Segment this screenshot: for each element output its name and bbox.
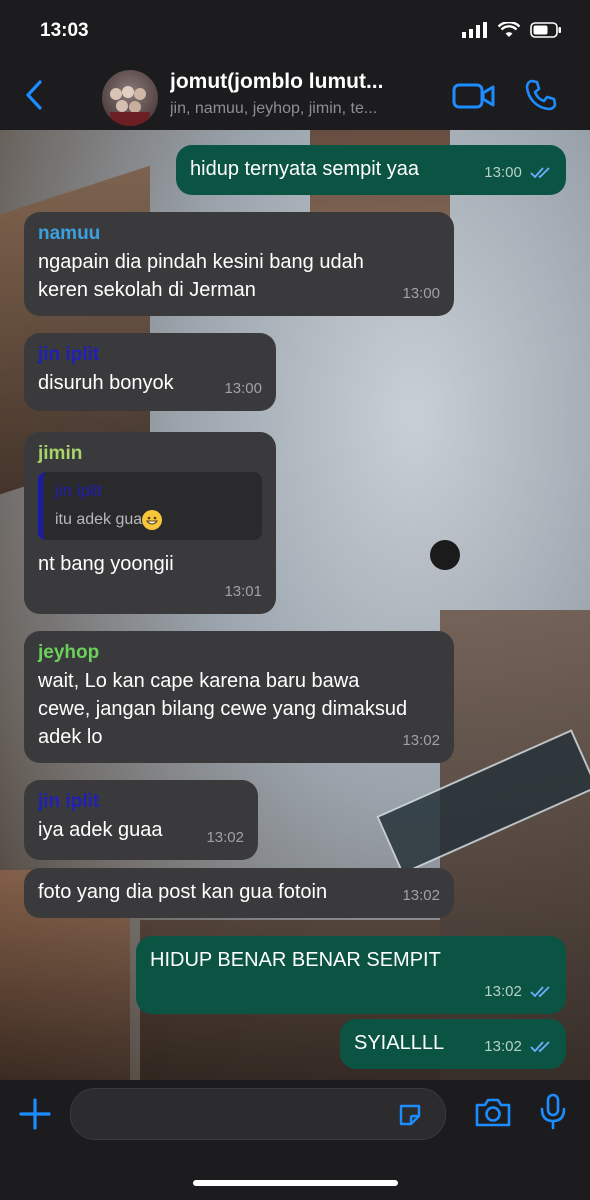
wifi-icon <box>498 22 520 37</box>
read-receipt-icon <box>530 986 550 998</box>
message-text: SYIALLLL <box>354 1032 445 1054</box>
message-text: foto yang dia post kan gua fotoin <box>38 881 328 903</box>
message-bubble-outgoing[interactable]: SYIALLLL 13:02 <box>340 1019 566 1069</box>
sticker-icon[interactable] <box>397 1102 423 1128</box>
message-bubble-outgoing[interactable]: hidup ternyata sempit yaa 13:00 <box>176 145 566 195</box>
message-sender: namuu <box>38 223 101 244</box>
voice-call-icon[interactable] <box>524 78 558 112</box>
message-time: 13:02 <box>402 887 440 904</box>
message-time: 13:02 <box>206 829 244 846</box>
street-lamp <box>430 540 460 570</box>
group-photo <box>110 86 150 126</box>
message-time-text: 13:02 <box>484 983 522 1000</box>
chat-members[interactable]: jin, namuu, jeyhop, jimin, te... <box>170 100 435 118</box>
read-receipt-icon <box>530 167 550 179</box>
quoted-reply[interactable]: jin iplit itu adek gua <box>38 472 262 540</box>
status-icons <box>462 22 562 38</box>
message-time-text: 13:02 <box>484 1038 522 1055</box>
camera-icon[interactable] <box>474 1096 512 1128</box>
message-time: 13:02 <box>402 732 440 749</box>
grinning-emoji-icon <box>142 509 163 530</box>
quoted-text: itu adek gua <box>55 508 250 532</box>
group-avatar[interactable] <box>102 70 158 126</box>
plus-icon[interactable] <box>18 1097 52 1131</box>
message-sender: jeyhop <box>38 642 100 663</box>
microphone-icon[interactable] <box>538 1093 568 1131</box>
message-sender: jimin <box>38 443 83 464</box>
message-text: nt bang yoongii <box>38 553 174 575</box>
message-text: HIDUP BENAR BENAR SEMPIT <box>150 949 441 971</box>
message-time: 13:02 <box>484 978 554 1006</box>
message-time: 13:01 <box>224 583 262 600</box>
message-bubble-incoming[interactable]: jin iplit iya adek guaa 13:02 <box>24 780 258 860</box>
video-call-icon[interactable] <box>452 82 496 110</box>
home-indicator[interactable] <box>193 1180 398 1186</box>
status-bar: 13:03 <box>0 0 590 60</box>
message-bubble-incoming[interactable]: jeyhop wait, Lo kan cape karena baru baw… <box>24 631 454 763</box>
message-bubble-outgoing[interactable]: HIDUP BENAR BENAR SEMPIT 13:02 <box>136 936 566 1014</box>
message-sender: jin iplit <box>38 344 100 365</box>
message-time-text: 13:00 <box>484 164 522 181</box>
message-bubble-incoming[interactable]: foto yang dia post kan gua fotoin 13:02 <box>24 868 454 918</box>
message-bubble-incoming[interactable]: jimin jin iplit itu adek gua nt bang yoo… <box>24 432 276 614</box>
chat-title[interactable]: jomut(jomblo lumut... <box>170 70 430 94</box>
message-time: 13:02 <box>484 1033 554 1061</box>
message-input[interactable] <box>70 1088 446 1140</box>
battery-icon <box>530 22 561 38</box>
status-time: 13:03 <box>40 20 89 41</box>
signal-icon <box>462 22 487 38</box>
quoted-sender: jin iplit <box>55 481 103 500</box>
message-text: ngapain dia pindah kesini bang udah kere… <box>38 251 364 301</box>
read-receipt-icon <box>530 1041 550 1053</box>
message-bubble-incoming[interactable]: jin iplit disuruh bonyok 13:00 <box>24 333 276 411</box>
message-sender: jin iplit <box>38 791 100 812</box>
message-text: hidup ternyata sempit yaa <box>190 158 420 180</box>
message-time: 13:00 <box>402 285 440 302</box>
message-time: 13:00 <box>484 159 554 187</box>
quoted-text-content: itu adek gua <box>55 511 143 528</box>
message-bubble-incoming[interactable]: namuu ngapain dia pindah kesini bang uda… <box>24 212 454 316</box>
message-time: 13:00 <box>224 380 262 397</box>
message-text: wait, Lo kan cape karena baru bawa cewe,… <box>38 670 408 748</box>
back-chevron-icon[interactable] <box>22 78 46 112</box>
